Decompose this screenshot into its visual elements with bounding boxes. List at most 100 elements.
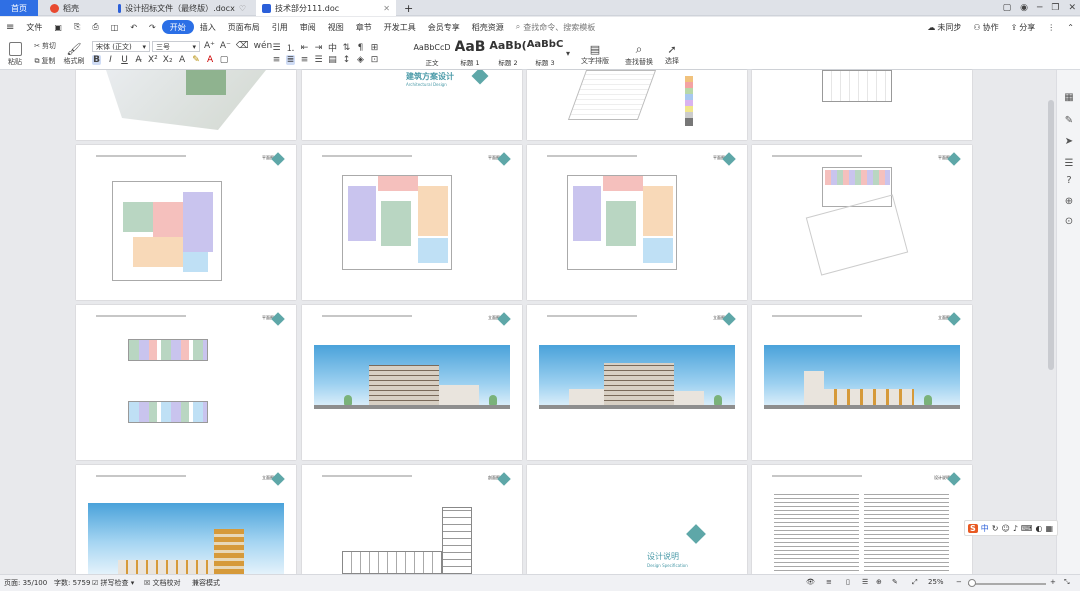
align-center-icon[interactable]: ≣ [286,55,295,65]
toolbox-icon[interactable]: ▦ [1045,524,1053,533]
menu-item-view[interactable]: 视图 [322,20,350,34]
table-icon[interactable]: ⊞ [370,43,379,53]
menu-item-layout[interactable]: 页面布局 [222,20,266,34]
menu-item-start[interactable]: 开始 [161,20,194,34]
clear-format-icon[interactable]: ⌫ [236,41,249,51]
highlight-icon[interactable]: ✎ [192,55,201,65]
punctuation-icon[interactable]: ↻ [992,524,999,533]
page-view-icon[interactable]: ▯ [846,578,850,586]
superscript-icon[interactable]: X² [148,55,158,65]
sidebar-help-icon[interactable]: ? [1063,175,1075,187]
page-count[interactable]: 页面: 35/100 [4,578,47,588]
page-thumbnail[interactable] [752,70,972,140]
page-thumbnail[interactable]: 剖面图 [302,465,522,574]
page-thumbnail[interactable]: 建筑方案设计 Architectural Design [302,70,522,140]
sidebar-settings-icon[interactable]: ☰ [1063,158,1075,170]
outdent-icon[interactable]: ⇤ [300,43,309,53]
print-icon[interactable]: ⎙ [86,20,104,34]
web-view-icon[interactable]: ⊕ [876,578,882,586]
text-effect-icon[interactable]: A [178,55,187,65]
underline-icon[interactable]: U [120,55,129,65]
tab-doc-tech[interactable]: 技术部分111.doc ✕ [256,0,396,16]
subscript-icon[interactable]: X₂ [163,55,173,65]
page-thumbnail[interactable]: 立面图 [76,465,296,574]
menu-item-reference[interactable]: 引用 [266,20,294,34]
indent-icon[interactable]: ⇥ [314,43,323,53]
share-button[interactable]: ⇪ 分享 [1005,20,1042,34]
view-icon[interactable]: ≡ [826,578,832,586]
menu-file[interactable]: 文件 [20,20,48,34]
font-color-icon[interactable]: A [206,55,215,65]
page-thumbnail[interactable]: 设计说明 Design Specification [527,465,747,574]
outline-view-icon[interactable]: ☰ [862,578,868,586]
menu-item-member[interactable]: 会员专享 [422,20,466,34]
numbering-icon[interactable]: ⒈ [286,41,295,54]
shrink-font-icon[interactable]: A⁻ [220,41,231,51]
style-heading1[interactable]: AaB 标题 1 [452,39,488,67]
font-name-select[interactable]: 宋体 (正文) ▾ [92,41,150,52]
sidebar-gallery-icon[interactable]: ▦ [1063,92,1075,104]
mic-icon[interactable]: ♪ [1013,524,1018,533]
tab-home[interactable]: 首页 [0,0,38,16]
paste-button[interactable]: 粘贴 [4,40,26,68]
tab-docer[interactable]: 稻壳 [44,0,109,16]
phonetic-icon[interactable]: wén [254,41,273,51]
zoom-level[interactable]: 25% [928,578,944,586]
more-icon[interactable]: ⋮ [1041,20,1061,34]
page-thumbnail[interactable]: 立面图 [302,305,522,460]
italic-icon[interactable]: I [106,55,115,65]
skin-icon[interactable]: ◐ [1035,524,1042,533]
style-heading3[interactable]: AaBbC 标题 3 [526,39,564,67]
char-border-icon[interactable]: ▢ [220,55,229,65]
chinese-layout-icon[interactable]: 中 [328,41,337,54]
close-window-icon[interactable]: ✕ [1068,3,1076,13]
reading-mode-icon[interactable]: 👁 [806,578,815,586]
grow-font-icon[interactable]: A⁺ [204,41,215,51]
find-replace-button[interactable]: ⌕ 查找替换 [620,40,658,68]
bullets-icon[interactable]: ☰ [272,43,281,53]
select-button[interactable]: ➚ 选择 [658,40,686,68]
align-left-icon[interactable]: ≡ [272,55,281,65]
minimize-icon[interactable]: ─ [1037,3,1042,13]
show-marks-icon[interactable]: ¶ [356,43,365,53]
text-layout-button[interactable]: ▤ 文字排版 [576,40,614,68]
page-thumbnail[interactable]: 立面图 [527,305,747,460]
collapse-ribbon-icon[interactable]: ⌃ [1061,20,1080,34]
menu-icon[interactable]: ≡ [0,20,20,34]
zoom-slider-handle[interactable] [968,579,976,587]
sync-status[interactable]: ☁ 未同步 [921,20,967,34]
layout-icon[interactable]: ▢ [1003,3,1012,13]
page-thumbnail[interactable]: 平面图 [752,145,972,300]
cut-button[interactable]: ✂ 剪切 [30,40,60,52]
word-count[interactable]: 字数: 5759 [54,578,90,588]
sort-icon[interactable]: ⇅ [342,43,351,53]
emoji-icon[interactable]: ☺ [1001,524,1009,533]
menu-item-review[interactable]: 审阅 [294,20,322,34]
style-heading2[interactable]: AaBb( 标题 2 [489,39,527,67]
page-thumbnail[interactable]: 平面图 [76,305,296,460]
shading-icon[interactable]: ◈ [356,55,365,65]
search-command[interactable]: ⌕ 查找命令、搜索模板 [510,20,601,34]
save-icon[interactable]: ▣ [48,20,68,34]
new-tab-button[interactable]: + [398,0,416,16]
page-thumbnail[interactable]: 平面图 [76,145,296,300]
zoom-in-icon[interactable]: + [1050,578,1056,586]
export-icon[interactable]: ⎘ [68,20,86,34]
menu-item-insert[interactable]: 插入 [194,20,222,34]
redo-icon[interactable]: ↷ [143,20,162,34]
borders-icon[interactable]: ⊡ [370,55,379,65]
page-thumbnail[interactable]: 平面图 [527,145,747,300]
page-thumbnail[interactable] [76,70,296,140]
strike-icon[interactable]: A̶ [134,55,143,65]
page-thumbnail[interactable]: 平面图 [302,145,522,300]
style-normal[interactable]: AaBbCcD 正文 [413,39,450,67]
fullscreen-icon[interactable]: ⤡ [1064,578,1070,587]
ime-toolbar[interactable]: S 中 ↻ ☺ ♪ ⌨ ◐ ▦ [964,520,1058,536]
font-size-select[interactable]: 三号 ▾ [152,41,200,52]
sidebar-share-icon[interactable]: ⊕ [1063,196,1075,208]
align-right-icon[interactable]: ≡ [300,55,309,65]
preview-icon[interactable]: ◫ [105,20,125,34]
keyboard-icon[interactable]: ⌨ [1021,524,1033,533]
bold-icon[interactable]: B [92,55,101,65]
page-thumbnail[interactable]: 立面图 [752,305,972,460]
